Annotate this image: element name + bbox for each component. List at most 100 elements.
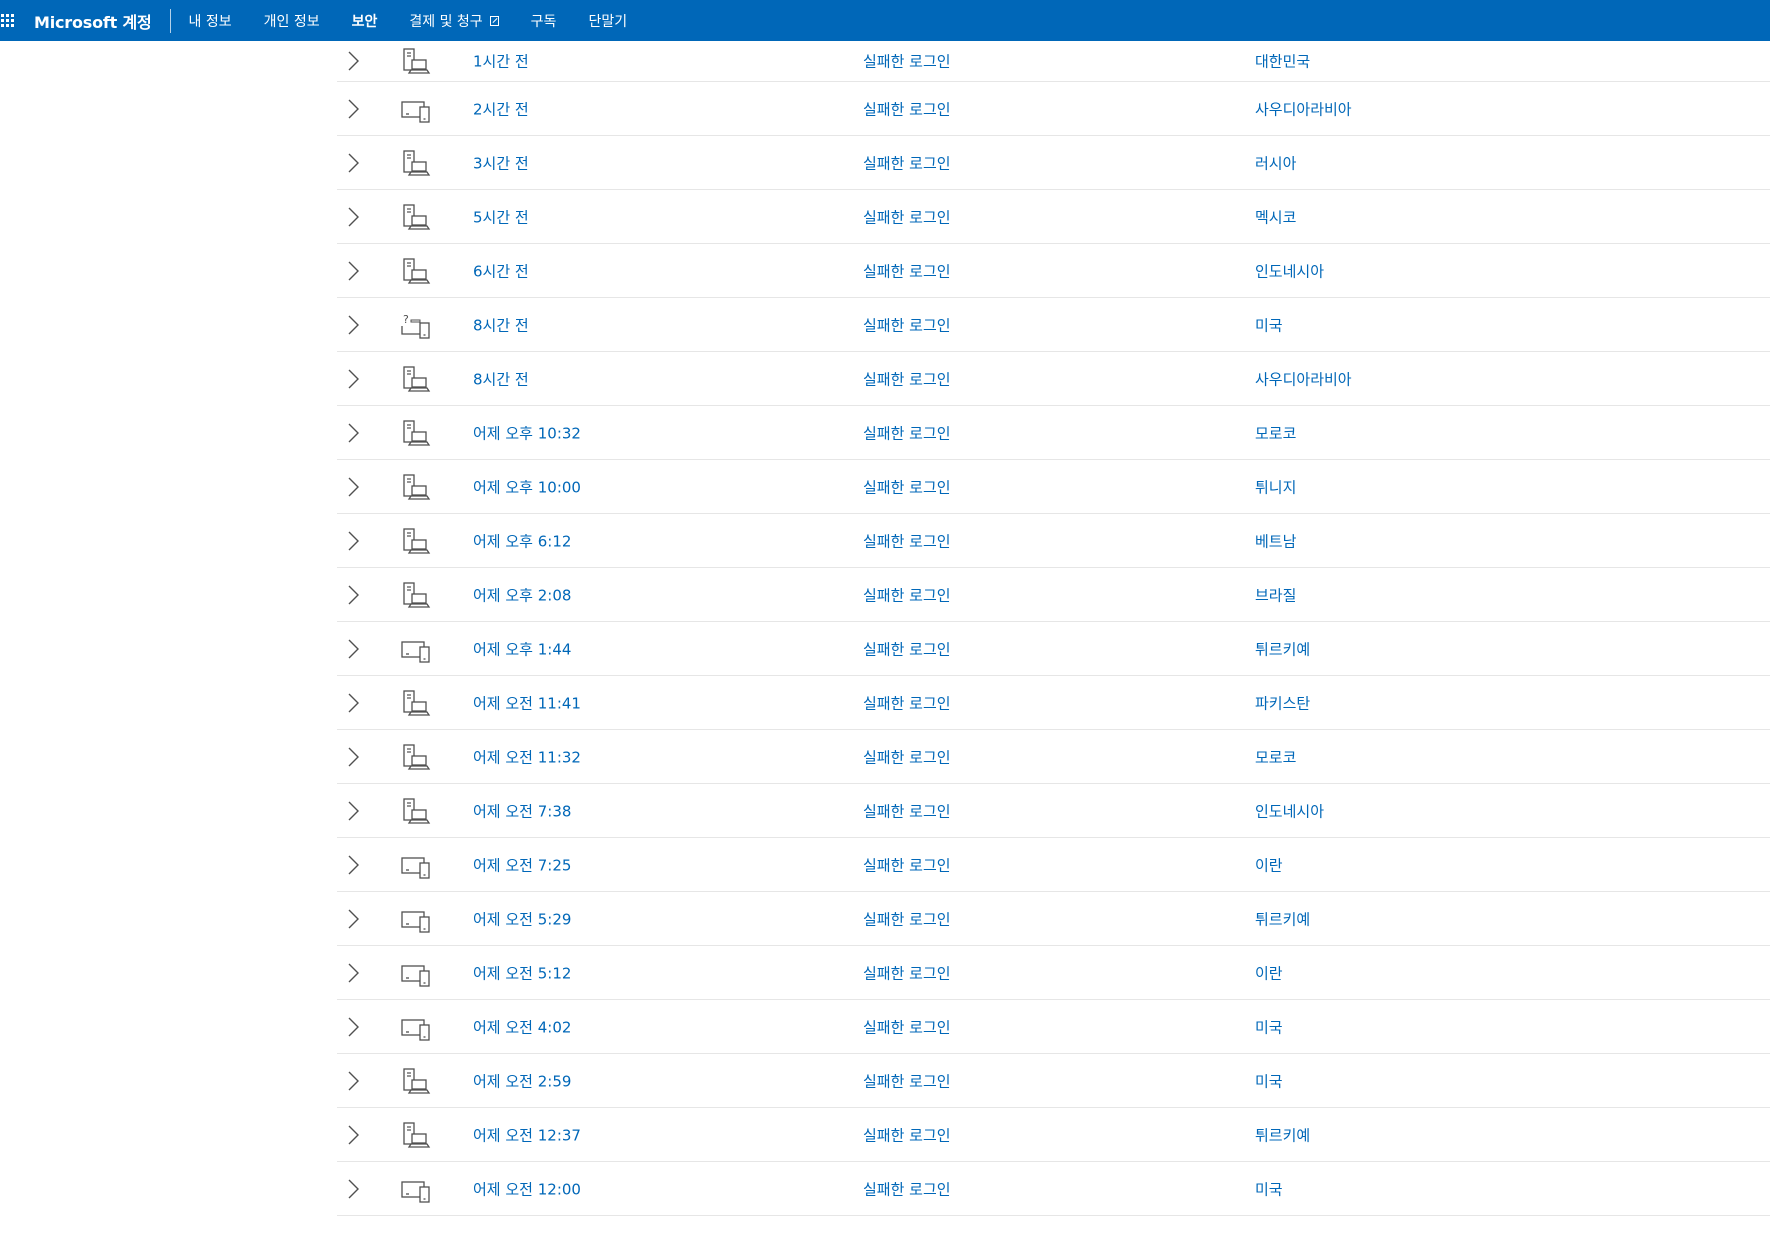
activity-location: 러시아 (1255, 154, 1297, 172)
desktop-laptop-icon (400, 688, 432, 718)
nav-item[interactable]: 단말기 (588, 11, 627, 31)
desktop-laptop-icon (400, 526, 432, 556)
nav-item[interactable]: 구독 (531, 11, 557, 31)
activity-time: 8시간 전 (473, 316, 529, 334)
activity-location: 사우디아라비아 (1255, 100, 1352, 118)
activity-row[interactable]: 어제 오전 12:00 실패한 로그인 미국 (337, 1162, 1770, 1216)
desktop-laptop-icon (400, 1066, 432, 1096)
chevron-right-icon[interactable] (345, 961, 361, 985)
activity-row[interactable]: 어제 오전 4:02 실패한 로그인 미국 (337, 1000, 1770, 1054)
chevron-right-icon[interactable] (345, 1015, 361, 1039)
activity-status: 실패한 로그인 (863, 1072, 951, 1090)
activity-row[interactable]: 어제 오전 2:59 실패한 로그인 미국 (337, 1054, 1770, 1108)
activity-row[interactable]: 어제 오후 2:08 실패한 로그인 브라질 (337, 568, 1770, 622)
monitor-phone-icon (400, 634, 432, 664)
chevron-right-icon[interactable] (345, 799, 361, 823)
chevron-right-icon[interactable] (345, 313, 361, 337)
nav-item[interactable]: 보안 (352, 11, 378, 31)
chevron-right-icon[interactable] (345, 745, 361, 769)
activity-row[interactable]: 어제 오전 11:32 실패한 로그인 모로코 (337, 730, 1770, 784)
chevron-right-icon[interactable] (345, 637, 361, 661)
activity-status: 실패한 로그인 (863, 100, 951, 118)
chevron-right-icon[interactable] (345, 49, 361, 73)
chevron-right-icon[interactable] (345, 151, 361, 175)
activity-status: 실패한 로그인 (863, 1126, 951, 1144)
activity-status: 실패한 로그인 (863, 1018, 951, 1036)
activity-row[interactable]: 어제 오전 5:29 실패한 로그인 튀르키예 (337, 892, 1770, 946)
nav-item[interactable]: 개인 정보 (264, 11, 320, 31)
activity-status: 실패한 로그인 (863, 748, 951, 766)
activity-status: 실패한 로그인 (863, 586, 951, 604)
activity-location: 사우디아라비아 (1255, 370, 1352, 388)
activity-row[interactable]: 어제 오후 1:44 실패한 로그인 튀르키예 (337, 622, 1770, 676)
chevron-right-icon[interactable] (345, 529, 361, 553)
activity-time: 5시간 전 (473, 208, 529, 226)
activity-row[interactable]: 2시간 전 실패한 로그인 사우디아라비아 (337, 82, 1770, 136)
chevron-right-icon[interactable] (345, 421, 361, 445)
activity-row[interactable]: 어제 오전 11:41 실패한 로그인 파키스탄 (337, 676, 1770, 730)
activity-row[interactable]: 어제 오전 12:37 실패한 로그인 튀르키예 (337, 1108, 1770, 1162)
chevron-right-icon[interactable] (345, 1069, 361, 1093)
desktop-laptop-icon (400, 148, 432, 178)
activity-row[interactable]: 어제 오전 5:12 실패한 로그인 이란 (337, 946, 1770, 1000)
brand-title[interactable]: Microsoft 계정 (34, 9, 170, 33)
activity-row[interactable]: 어제 오후 6:12 실패한 로그인 베트남 (337, 514, 1770, 568)
chevron-right-icon[interactable] (345, 691, 361, 715)
activity-location: 브라질 (1255, 586, 1297, 604)
desktop-laptop-icon (400, 580, 432, 610)
activity-status: 실패한 로그인 (863, 802, 951, 820)
activity-location: 인도네시아 (1255, 262, 1325, 280)
activity-status: 실패한 로그인 (863, 532, 951, 550)
activity-status: 실패한 로그인 (863, 52, 951, 71)
activity-time: 어제 오후 1:44 (473, 640, 572, 658)
activity-location: 미국 (1255, 1072, 1283, 1090)
monitor-phone-icon (400, 94, 432, 124)
activity-location: 대한민국 (1255, 52, 1311, 71)
chevron-right-icon[interactable] (345, 475, 361, 499)
activity-row[interactable]: 5시간 전 실패한 로그인 멕시코 (337, 190, 1770, 244)
chevron-right-icon[interactable] (345, 205, 361, 229)
activity-time: 어제 오전 5:29 (473, 910, 572, 928)
chevron-right-icon[interactable] (345, 367, 361, 391)
activity-status: 실패한 로그인 (863, 262, 951, 280)
activity-location: 이란 (1255, 964, 1283, 982)
chevron-right-icon[interactable] (345, 1123, 361, 1147)
nav-item-label: 구독 (530, 13, 557, 30)
app-launcher-icon[interactable] (1, 13, 15, 28)
activity-location: 인도네시아 (1255, 802, 1325, 820)
chevron-right-icon[interactable] (345, 259, 361, 283)
activity-row[interactable]: ? 8시간 전 실패한 로그인 미국 (337, 298, 1770, 352)
activity-row[interactable]: 3시간 전 실패한 로그인 러시아 (337, 136, 1770, 190)
external-link-icon (489, 15, 499, 26)
activity-row[interactable]: 어제 오전 7:38 실패한 로그인 인도네시아 (337, 784, 1770, 838)
nav-item[interactable]: 내 정보 (189, 11, 232, 31)
chevron-right-icon[interactable] (345, 97, 361, 121)
activity-time: 어제 오전 12:00 (473, 1180, 581, 1198)
activity-location: 이란 (1255, 856, 1283, 874)
activity-time: 어제 오후 10:00 (473, 478, 581, 496)
chevron-right-icon[interactable] (345, 853, 361, 877)
nav-item-label: 보안 (351, 13, 378, 30)
activity-location: 미국 (1255, 316, 1283, 334)
activity-row[interactable]: 어제 오후 10:00 실패한 로그인 튀니지 (337, 460, 1770, 514)
activity-time: 어제 오전 11:32 (473, 748, 581, 766)
activity-row[interactable]: 어제 오전 7:25 실패한 로그인 이란 (337, 838, 1770, 892)
activity-status: 실패한 로그인 (863, 640, 951, 658)
activity-row[interactable]: 1시간 전 실패한 로그인 대한민국 (337, 41, 1770, 82)
chevron-right-icon[interactable] (345, 1177, 361, 1201)
nav-item-label: 결제 및 청구 (409, 13, 483, 30)
activity-row[interactable]: 어제 오후 10:32 실패한 로그인 모로코 (337, 406, 1770, 460)
activity-status: 실패한 로그인 (863, 316, 951, 334)
activity-row[interactable]: 8시간 전 실패한 로그인 사우디아라비아 (337, 352, 1770, 406)
activity-location: 멕시코 (1255, 208, 1297, 226)
activity-location: 미국 (1255, 1018, 1283, 1036)
monitor-phone-icon (400, 850, 432, 880)
activity-row[interactable]: 6시간 전 실패한 로그인 인도네시아 (337, 244, 1770, 298)
chevron-right-icon[interactable] (345, 583, 361, 607)
nav-item[interactable]: 결제 및 청구 (409, 11, 499, 31)
activity-location: 튀르키예 (1255, 910, 1311, 928)
desktop-laptop-icon (400, 418, 432, 448)
activity-time: 어제 오전 12:37 (473, 1126, 581, 1144)
chevron-right-icon[interactable] (345, 907, 361, 931)
nav-item-label: 개인 정보 (263, 13, 320, 30)
